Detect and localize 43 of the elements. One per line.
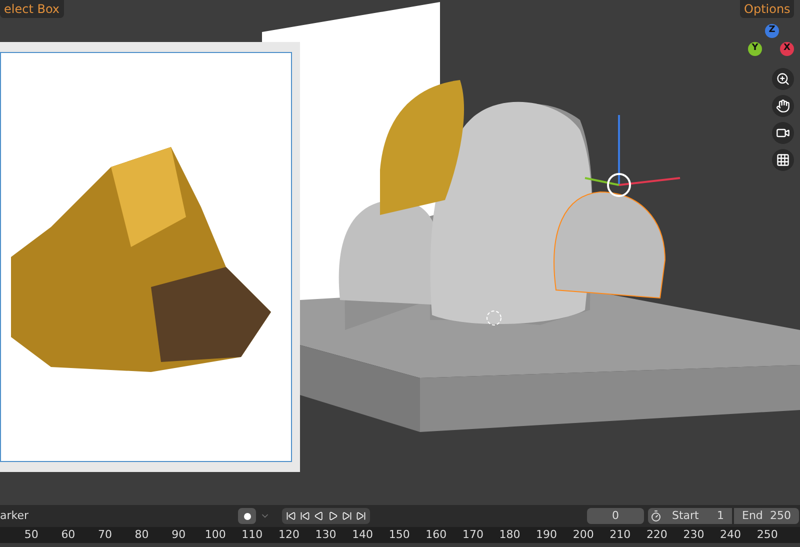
frame-number: 110	[240, 527, 264, 543]
record-button[interactable]	[238, 508, 256, 524]
marker-menu[interactable]: arker	[0, 508, 238, 524]
frame-number: 70	[96, 527, 113, 543]
frame-number: 240	[719, 527, 742, 543]
current-frame-field[interactable]: 0	[587, 508, 644, 524]
frame-number: 230	[682, 527, 706, 543]
options-button[interactable]: Options	[740, 0, 794, 18]
frame-number: 130	[314, 527, 338, 543]
next-keyframe-icon[interactable]	[342, 511, 352, 521]
start-frame-field[interactable]: Start 1	[664, 508, 732, 524]
frame-number: 60	[60, 527, 76, 543]
navigation-gizmo[interactable]: Z Y X	[740, 24, 800, 60]
frame-number: 150	[388, 527, 411, 543]
jump-start-icon[interactable]	[286, 511, 296, 521]
frame-number: 210	[608, 527, 632, 543]
axis-label[interactable]: Z	[765, 24, 779, 38]
frame-number: 120	[277, 527, 300, 543]
frame-number: 80	[134, 527, 150, 543]
frame-number: 160	[424, 527, 448, 543]
axis-label[interactable]: X	[780, 42, 794, 56]
frame-number: 190	[535, 527, 558, 543]
previous-keyframe-icon[interactable]	[300, 511, 310, 521]
play-icon[interactable]	[328, 511, 338, 521]
frame-number: 220	[645, 527, 668, 543]
zoom-icon[interactable]	[772, 68, 794, 90]
frame-number: 250	[756, 527, 779, 543]
grid-icon[interactable]	[772, 149, 794, 171]
frame-number: 100	[204, 527, 227, 543]
frame-number: 50	[23, 527, 40, 543]
camera-icon[interactable]	[772, 122, 794, 144]
play-reverse-icon[interactable]	[314, 511, 324, 521]
jump-end-icon[interactable]	[356, 511, 366, 521]
frame-number: 170	[461, 527, 484, 543]
end-frame-field[interactable]: End 250	[734, 508, 799, 524]
stopwatch-icon[interactable]	[648, 508, 664, 524]
frame-number: 140	[351, 527, 374, 543]
frame-number: 200	[572, 527, 595, 543]
frame-number: 180	[498, 527, 522, 543]
select-box-button[interactable]: elect Box	[0, 0, 64, 18]
hand-icon[interactable]	[772, 95, 794, 117]
axis-label[interactable]: Y	[748, 42, 762, 56]
frame-number: 90	[170, 527, 187, 543]
